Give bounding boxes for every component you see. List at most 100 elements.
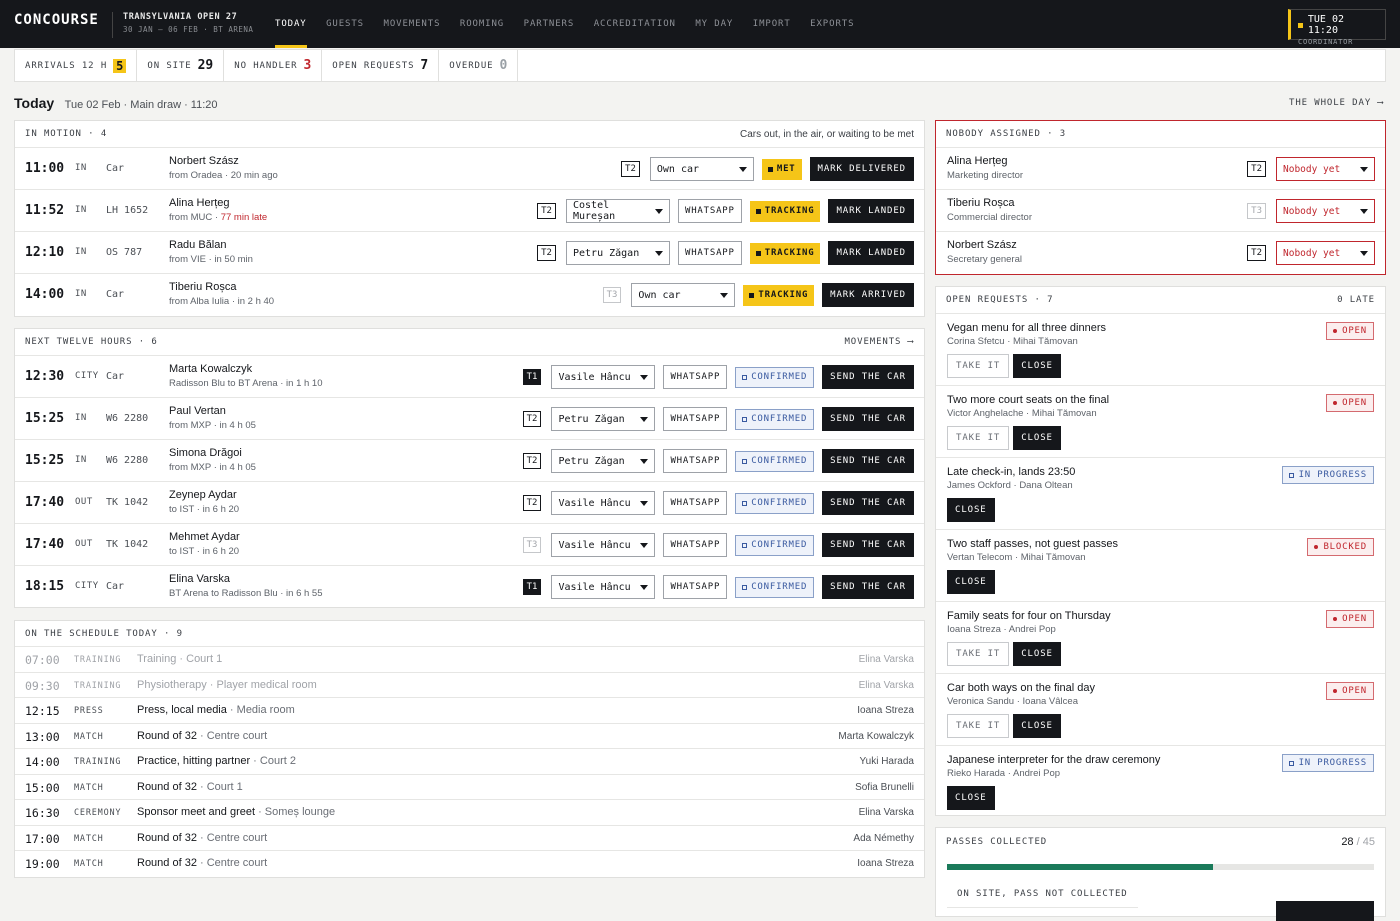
request-title[interactable]: Two more court seats on the final (947, 394, 1109, 406)
handler-select[interactable]: Petru Zăgan (565, 241, 670, 265)
request-title[interactable]: Family seats for four on Thursday (947, 610, 1111, 622)
stat-open-requests[interactable]: OPEN REQUESTS 7 (322, 50, 440, 81)
close-request-button[interactable]: CLOSE (947, 570, 995, 594)
take-it-button[interactable]: TAKE IT (947, 426, 1010, 450)
status-badge: CONFIRMED (735, 408, 815, 430)
take-it-button[interactable]: TAKE IT (947, 714, 1010, 738)
stat-on-site[interactable]: ON SITE 29 (137, 50, 225, 81)
stat-arrivals-12-h[interactable]: ARRIVALS 12 H 5 (15, 50, 138, 81)
passes-action-button[interactable] (1276, 901, 1374, 921)
guest-name[interactable]: Zeynep Aydar (169, 489, 237, 501)
request-status-badge: OPEN (1326, 394, 1374, 412)
nav-tab-accreditation[interactable]: ACCREDITATION (594, 0, 676, 48)
guest-name[interactable]: Norbert Szász (947, 239, 1017, 251)
terminal-badge: T2 (522, 495, 542, 511)
guest-name[interactable]: Alina Herțeg (947, 155, 1008, 167)
schedule-row[interactable]: 17:00 MATCH Round of 32 · Centre court Ada … (15, 826, 924, 851)
guest-name[interactable]: Radu Bălan (169, 239, 227, 251)
request-status-badge: IN PROGRESS (1281, 754, 1374, 772)
whatsapp-button[interactable]: WHATSAPP (663, 533, 728, 557)
schedule-time: 07:00 (25, 653, 60, 667)
request-people: Veronica Sandu · Ioana Vâlcea (947, 696, 1078, 707)
take-it-button[interactable]: TAKE IT (947, 354, 1010, 378)
handler-select[interactable]: Own car (649, 157, 754, 181)
passes-collected: 28 (1341, 835, 1354, 848)
request-title[interactable]: Japanese interpreter for the draw ceremo… (947, 754, 1160, 766)
request-title[interactable]: Late check-in, lands 23:50 (947, 466, 1075, 478)
nav-tab-today[interactable]: TODAY (275, 0, 307, 48)
schedule-person: Ioana Streza (857, 705, 914, 716)
close-request-button[interactable]: CLOSE (1013, 714, 1061, 738)
handler-select[interactable]: Nobody yet (1276, 199, 1375, 223)
handler-select[interactable]: Vasile Hâncu (551, 491, 656, 515)
whatsapp-button[interactable]: WHATSAPP (663, 491, 728, 515)
schedule-row[interactable]: 07:00 TRAINING Training · Court 1 Elina Var… (15, 647, 924, 673)
movements-link[interactable]: MOVEMENTS ⟶ (844, 337, 914, 347)
close-request-button[interactable]: CLOSE (1013, 354, 1061, 378)
nav-tab-my-day[interactable]: MY DAY (695, 0, 733, 48)
movement-action-button[interactable]: SEND THE CAR (822, 575, 914, 599)
whatsapp-button[interactable]: WHATSAPP (677, 241, 742, 265)
movement-action-button[interactable]: MARK LANDED (828, 199, 914, 223)
whatsapp-button[interactable]: WHATSAPP (663, 407, 728, 431)
whatsapp-button[interactable]: WHATSAPP (677, 199, 742, 223)
nav-tab-import[interactable]: IMPORT (753, 0, 791, 48)
stat-overdue[interactable]: OVERDUE 0 (439, 50, 519, 81)
movement-action-button[interactable]: SEND THE CAR (822, 407, 914, 431)
close-request-button[interactable]: CLOSE (1013, 642, 1061, 666)
handler-select[interactable]: Costel Mureșan (565, 199, 670, 223)
close-request-button[interactable]: CLOSE (947, 498, 995, 522)
guest-name[interactable]: Tiberiu Roșca (169, 281, 236, 293)
nav-tab-guests[interactable]: GUESTS (326, 0, 364, 48)
schedule-row[interactable]: 12:15 PRESS Press, local media · Media roo… (15, 698, 924, 724)
take-it-button[interactable]: TAKE IT (947, 642, 1010, 666)
schedule-row[interactable]: 09:30 TRAINING Physiotherapy · Player medi… (15, 673, 924, 698)
request-title[interactable]: Vegan menu for all three dinners (947, 322, 1106, 334)
whole-day-link[interactable]: THE WHOLE DAY ⟶ (1289, 98, 1384, 108)
movement-action-button[interactable]: MARK LANDED (828, 241, 914, 265)
nav-tab-partners[interactable]: PARTNERS (524, 0, 575, 48)
handler-select[interactable]: Nobody yet (1276, 241, 1375, 265)
close-request-button[interactable]: CLOSE (1013, 426, 1061, 450)
passes-subtitle: ON SITE, PASS NOT COLLECTED (957, 889, 1128, 899)
request-title[interactable]: Car both ways on the final day (947, 682, 1095, 694)
whatsapp-button[interactable]: WHATSAPP (663, 575, 728, 599)
guest-name[interactable]: Alina Herțeg (169, 197, 230, 209)
guest-name[interactable]: Paul Vertan (169, 405, 226, 417)
guest-name[interactable]: Marta Kowalczyk (169, 363, 252, 375)
brand-logo[interactable]: CONCOURSE (14, 12, 99, 28)
handler-select[interactable]: Petru Zăgan (551, 407, 656, 431)
handler-select[interactable]: Vasile Hâncu (551, 575, 656, 599)
movement-action-button[interactable]: SEND THE CAR (822, 533, 914, 557)
close-request-button[interactable]: CLOSE (947, 786, 995, 810)
stat-no-handler[interactable]: NO HANDLER 3 (224, 50, 323, 81)
whatsapp-button[interactable]: WHATSAPP (663, 449, 728, 473)
guest-name[interactable]: Norbert Szász (169, 155, 239, 167)
handler-select[interactable]: Own car (631, 283, 736, 307)
schedule-row[interactable]: 19:00 MATCH Round of 32 · Centre court Ioan… (15, 851, 924, 877)
guest-name[interactable]: Elina Varska (169, 573, 230, 585)
schedule-row[interactable]: 16:30 CEREMONY Sponsor meet and greet · So… (15, 800, 924, 826)
handler-select[interactable]: Vasile Hâncu (551, 365, 656, 389)
guest-name[interactable]: Simona Drăgoi (169, 447, 242, 459)
nav-tab-exports[interactable]: EXPORTS (810, 0, 854, 48)
event-title: Physiotherapy (137, 678, 207, 691)
movement-action-button[interactable]: MARK DELIVERED (809, 157, 914, 181)
movement-action-button[interactable]: MARK ARRIVED (822, 283, 914, 307)
request-title[interactable]: Two staff passes, not guest passes (947, 538, 1118, 550)
schedule-row[interactable]: 15:00 MATCH Round of 32 · Court 1 Sofia Bru… (15, 775, 924, 800)
handler-select[interactable]: Nobody yet (1276, 157, 1375, 181)
nav-tab-rooming[interactable]: ROOMING (460, 0, 504, 48)
movement-action-button[interactable]: SEND THE CAR (822, 365, 914, 389)
handler-select[interactable]: Petru Zăgan (551, 449, 656, 473)
schedule-row[interactable]: 13:00 MATCH Round of 32 · Centre court Mart… (15, 724, 924, 749)
movement-action-button[interactable]: SEND THE CAR (822, 449, 914, 473)
whatsapp-button[interactable]: WHATSAPP (663, 365, 728, 389)
schedule-row[interactable]: 14:00 TRAINING Practice, hitting partner ·… (15, 749, 924, 775)
nav-tab-movements[interactable]: MOVEMENTS (384, 0, 441, 48)
movement-action-button[interactable]: SEND THE CAR (822, 491, 914, 515)
movement-detail: to IST · in 6 h 20 (169, 504, 239, 515)
handler-select[interactable]: Vasile Hâncu (551, 533, 656, 557)
guest-name[interactable]: Mehmet Aydar (169, 531, 240, 543)
guest-name[interactable]: Tiberiu Roșca (947, 197, 1014, 209)
